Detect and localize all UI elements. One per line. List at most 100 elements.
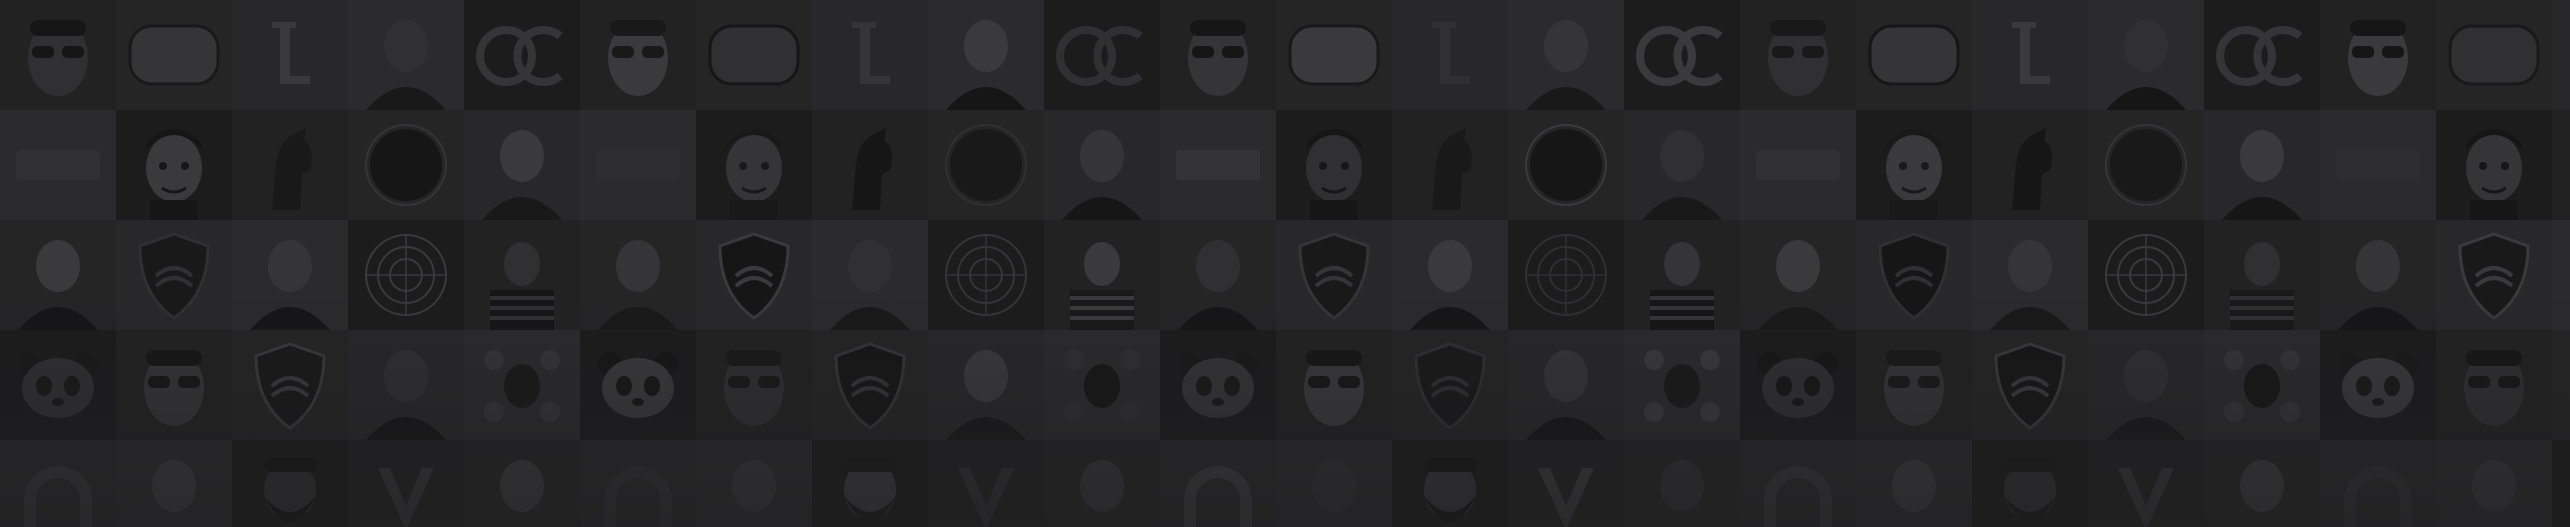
blonde-woman-avatar: [2204, 110, 2320, 220]
man-with-sunglasses-avatar: [116, 330, 232, 440]
shield-logo: [116, 220, 232, 330]
man-with-sunglasses-avatar: [696, 330, 812, 440]
v-shape-logo: [1508, 440, 1624, 527]
blank-dark-avatar: [1740, 110, 1856, 220]
bearded-man-avatar: [812, 440, 928, 527]
woman-portrait-avatar: [0, 220, 116, 330]
bearded-man-avatar: [1972, 440, 2088, 527]
shield-logo: [696, 220, 812, 330]
shield-logo: [1856, 220, 1972, 330]
woman-portrait-avatar: [1160, 220, 1276, 330]
ornate-pattern-avatar: [2088, 220, 2204, 330]
striped-shirt-woman-avatar: [1624, 220, 1740, 330]
sunglasses-face-avatar: [2320, 0, 2436, 110]
arch-logo: [0, 440, 116, 527]
letter-l-logo: [812, 0, 928, 110]
horse-head-avatar: [1972, 110, 2088, 220]
avatar-mosaic-background: [0, 0, 2570, 527]
horse-head-avatar: [1392, 110, 1508, 220]
dark-profile-avatar: [1276, 440, 1392, 527]
letter-l-logo: [1972, 0, 2088, 110]
rounded-badge-logo: [2436, 0, 2552, 110]
blank-dark-avatar: [2320, 110, 2436, 220]
floral-pattern-avatar: [1044, 330, 1160, 440]
e-shield-logo: [1392, 330, 1508, 440]
letter-l-logo: [232, 0, 348, 110]
striped-shirt-woman-avatar: [1044, 220, 1160, 330]
panda-avatar: [1740, 330, 1856, 440]
man-with-sunglasses-avatar: [1276, 330, 1392, 440]
dark-profile-avatar: [1856, 440, 1972, 527]
e-shield-logo: [812, 330, 928, 440]
dark-profile-avatar: [2436, 440, 2552, 527]
sunglasses-face-avatar: [1160, 0, 1276, 110]
letter-l-logo: [1392, 0, 1508, 110]
cartoon-man-avatar: [1856, 110, 1972, 220]
smiling-man-avatar: [348, 0, 464, 110]
dark-circle-avatar: [2088, 110, 2204, 220]
shield-logo: [1276, 220, 1392, 330]
bearded-man-avatar: [2552, 440, 2570, 527]
man-with-sunglasses-avatar: [1856, 330, 1972, 440]
sunglasses-face-avatar: [580, 0, 696, 110]
e-shield-logo: [2552, 330, 2570, 440]
smiling-man-avatar: [928, 0, 1044, 110]
dark-profile-avatar: [116, 440, 232, 527]
blank-dark-avatar: [580, 110, 696, 220]
shield-logo: [2436, 220, 2552, 330]
v-shape-logo: [348, 440, 464, 527]
rounded-badge-logo: [696, 0, 812, 110]
striped-shirt-woman-avatar: [464, 220, 580, 330]
blank-dark-avatar: [0, 110, 116, 220]
smiling-man-avatar: [1508, 0, 1624, 110]
dark-profile-avatar: [696, 440, 812, 527]
horse-head-avatar: [2552, 110, 2570, 220]
oc-ring-logo: [2204, 0, 2320, 110]
man-in-suit-avatar: [812, 220, 928, 330]
woman-portrait-avatar: [580, 220, 696, 330]
ornate-pattern-avatar: [928, 220, 1044, 330]
bearded-man-avatar: [232, 440, 348, 527]
blank-dark-avatar: [1160, 110, 1276, 220]
man-with-sunglasses-avatar: [2436, 330, 2552, 440]
ornate-pattern-avatar: [348, 220, 464, 330]
dark-face-avatar: [2204, 440, 2320, 527]
dark-face-avatar: [464, 440, 580, 527]
e-shield-logo: [232, 330, 348, 440]
blonde-woman-avatar: [1044, 110, 1160, 220]
smiling-man-avatar: [2088, 0, 2204, 110]
woman-portrait-avatar: [2320, 220, 2436, 330]
blonde-woman-avatar: [464, 110, 580, 220]
sunglasses-face-avatar: [0, 0, 116, 110]
arch-logo: [1740, 440, 1856, 527]
cartoon-man-avatar: [696, 110, 812, 220]
man-face-avatar: [1508, 330, 1624, 440]
dark-face-avatar: [1044, 440, 1160, 527]
letter-l-logo: [2552, 0, 2570, 110]
cartoon-man-avatar: [1276, 110, 1392, 220]
sunglasses-face-avatar: [1740, 0, 1856, 110]
panda-avatar: [0, 330, 116, 440]
striped-shirt-woman-avatar: [2204, 220, 2320, 330]
blonde-woman-avatar: [1624, 110, 1740, 220]
panda-avatar: [2320, 330, 2436, 440]
arch-logo: [2320, 440, 2436, 527]
man-face-avatar: [928, 330, 1044, 440]
panda-avatar: [580, 330, 696, 440]
floral-pattern-avatar: [1624, 330, 1740, 440]
man-face-avatar: [348, 330, 464, 440]
oc-ring-logo: [464, 0, 580, 110]
v-shape-logo: [2088, 440, 2204, 527]
horse-head-avatar: [232, 110, 348, 220]
woman-portrait-avatar: [1740, 220, 1856, 330]
floral-pattern-avatar: [2204, 330, 2320, 440]
arch-logo: [580, 440, 696, 527]
man-in-suit-avatar: [2552, 220, 2570, 330]
oc-ring-logo: [1044, 0, 1160, 110]
panda-avatar: [1160, 330, 1276, 440]
dark-circle-avatar: [348, 110, 464, 220]
cartoon-man-avatar: [2436, 110, 2552, 220]
horse-head-avatar: [812, 110, 928, 220]
rounded-badge-logo: [1276, 0, 1392, 110]
man-in-suit-avatar: [232, 220, 348, 330]
